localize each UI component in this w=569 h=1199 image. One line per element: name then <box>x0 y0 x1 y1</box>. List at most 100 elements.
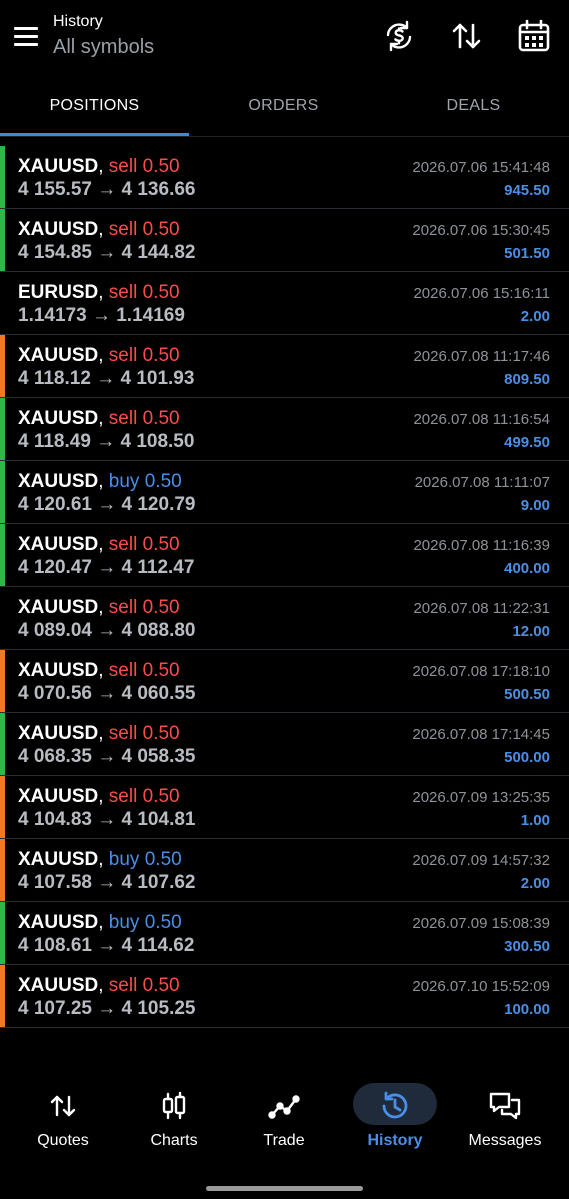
position-side: buy <box>108 849 140 870</box>
position-row[interactable]: XAUUSD, sell 0.50 4 154.85 → 4 144.82 2026… <box>0 209 569 272</box>
charts-icon <box>156 1088 192 1124</box>
position-volume: 0.50 <box>142 660 180 681</box>
nav-history[interactable]: History <box>340 1070 450 1170</box>
position-time: 2026.07.06 15:41:48 <box>412 159 550 176</box>
tab-orders[interactable]: ORDERS <box>189 78 378 134</box>
position-row[interactable]: XAUUSD, sell 0.50 4 068.35 → 4 058.35 2026… <box>0 713 569 776</box>
position-volume: 0.50 <box>142 282 180 303</box>
position-row[interactable]: XAUUSD, sell 0.50 4 104.83 → 4 104.81 2026… <box>0 776 569 839</box>
position-profit: 400.00 <box>504 560 550 577</box>
position-profit: 2.00 <box>520 875 550 892</box>
app-header: History All symbols <box>0 0 569 78</box>
position-row[interactable]: XAUUSD, sell 0.50 4 070.56 → 4 060.55 2026… <box>0 650 569 713</box>
symbol-filter[interactable]: All symbols <box>53 34 154 60</box>
position-volume: 0.50 <box>142 408 180 429</box>
position-time: 2026.07.09 15:08:39 <box>412 915 550 932</box>
position-symbol: XAUUSD <box>18 597 99 618</box>
nav-label: Quotes <box>37 1132 89 1149</box>
position-row[interactable]: XAUUSD, sell 0.50 4 118.12 → 4 101.93 2026… <box>0 335 569 398</box>
nav-label: Messages <box>468 1132 542 1149</box>
position-side: sell <box>108 597 138 618</box>
position-symbol: EURUSD <box>18 282 99 303</box>
nav-messages[interactable]: Messages <box>450 1070 560 1170</box>
position-title: XAUUSD, sell 0.50 <box>18 345 180 366</box>
menu-icon[interactable] <box>12 24 42 50</box>
position-prices: 4 070.56 → 4 060.55 <box>18 683 196 704</box>
position-title: XAUUSD, buy 0.50 <box>18 471 182 492</box>
sort-arrows-icon[interactable] <box>449 18 485 54</box>
position-volume: 0.50 <box>142 723 180 744</box>
position-volume: 0.50 <box>142 345 180 366</box>
position-time: 2026.07.08 11:16:54 <box>413 411 550 428</box>
position-time: 2026.07.08 11:17:46 <box>413 348 550 365</box>
position-time: 2026.07.09 14:57:32 <box>412 852 550 869</box>
result-indicator-bar <box>0 209 5 271</box>
position-time: 2026.07.06 15:30:45 <box>412 222 550 239</box>
position-profit: 9.00 <box>520 497 550 514</box>
currency-sync-icon[interactable] <box>381 18 417 54</box>
position-title: XAUUSD, buy 0.50 <box>18 849 182 870</box>
result-indicator-bar <box>0 272 5 334</box>
result-indicator-bar <box>0 965 5 1027</box>
position-symbol: XAUUSD <box>18 975 99 996</box>
position-title: XAUUSD, sell 0.50 <box>18 786 180 807</box>
bottom-nav: Quotes Charts Trade History Messages <box>0 1070 569 1180</box>
position-volume: 0.50 <box>142 975 180 996</box>
position-row[interactable]: EURUSD, sell 0.50 1.14173 → 1.14169 2026.0… <box>0 272 569 335</box>
position-prices: 4 108.61 → 4 114.62 <box>18 935 195 956</box>
position-row[interactable]: XAUUSD, sell 0.50 4 118.49 → 4 108.50 2026… <box>0 398 569 461</box>
position-prices: 4 118.12 → 4 101.93 <box>18 368 195 389</box>
result-indicator-bar <box>0 713 5 775</box>
position-row[interactable]: XAUUSD, sell 0.50 4 089.04 → 4 088.80 2026… <box>0 587 569 650</box>
position-row[interactable]: XAUUSD, buy 0.50 4 120.61 → 4 120.79 2026.… <box>0 461 569 524</box>
nav-trade[interactable]: Trade <box>229 1070 339 1170</box>
position-profit: 499.50 <box>504 434 550 451</box>
position-prices: 4 154.85 → 4 144.82 <box>18 242 196 263</box>
position-volume: 0.50 <box>144 471 182 492</box>
position-prices: 4 120.47 → 4 112.47 <box>18 557 195 578</box>
tab-deals[interactable]: DEALS <box>379 78 568 134</box>
position-side: sell <box>108 660 138 681</box>
position-profit: 809.50 <box>504 371 550 388</box>
position-profit: 500.50 <box>504 686 550 703</box>
page-title: History <box>53 13 103 30</box>
position-side: sell <box>108 786 138 807</box>
home-indicator[interactable] <box>206 1186 363 1191</box>
position-row[interactable]: XAUUSD, sell 0.50 4 107.25 → 4 105.25 2026… <box>0 965 569 1028</box>
position-profit: 500.00 <box>504 749 550 766</box>
position-row[interactable]: XAUUSD, buy 0.50 4 107.58 → 4 107.62 2026.… <box>0 839 569 902</box>
position-prices: 4 104.83 → 4 104.81 <box>18 809 196 830</box>
calendar-icon[interactable] <box>516 18 552 54</box>
position-title: XAUUSD, sell 0.50 <box>18 660 180 681</box>
position-prices: 1.14173 → 1.14169 <box>18 305 185 326</box>
position-time: 2026.07.10 15:52:09 <box>412 978 550 995</box>
position-prices: 4 068.35 → 4 058.35 <box>18 746 196 767</box>
title-block[interactable]: History All symbols <box>53 12 154 60</box>
position-side: buy <box>108 912 140 933</box>
result-indicator-bar <box>0 776 5 838</box>
history-icon <box>377 1088 413 1124</box>
position-row[interactable]: XAUUSD, sell 0.50 4 120.47 → 4 112.47 2026… <box>0 524 569 587</box>
position-prices: 4 120.61 → 4 120.79 <box>18 494 196 515</box>
nav-label: History <box>367 1132 423 1149</box>
position-time: 2026.07.09 13:25:35 <box>412 789 550 806</box>
position-volume: 0.50 <box>144 849 182 870</box>
position-side: buy <box>108 471 140 492</box>
position-row[interactable]: XAUUSD, sell 0.50 4 155.57 → 4 136.66 2026… <box>0 146 569 209</box>
position-volume: 0.50 <box>142 219 180 240</box>
position-side: sell <box>108 723 138 744</box>
position-symbol: XAUUSD <box>18 219 99 240</box>
position-side: sell <box>108 156 138 177</box>
position-volume: 0.50 <box>142 597 180 618</box>
position-title: XAUUSD, buy 0.50 <box>18 912 182 933</box>
quotes-icon <box>45 1088 81 1124</box>
position-title: XAUUSD, sell 0.50 <box>18 408 180 429</box>
tab-positions[interactable]: POSITIONS <box>0 78 189 134</box>
result-indicator-bar <box>0 335 5 397</box>
position-profit: 300.50 <box>504 938 550 955</box>
position-volume: 0.50 <box>144 912 182 933</box>
position-row[interactable]: XAUUSD, buy 0.50 4 108.61 → 4 114.62 2026.… <box>0 902 569 965</box>
nav-quotes[interactable]: Quotes <box>8 1070 118 1170</box>
result-indicator-bar <box>0 461 5 523</box>
nav-charts[interactable]: Charts <box>119 1070 229 1170</box>
